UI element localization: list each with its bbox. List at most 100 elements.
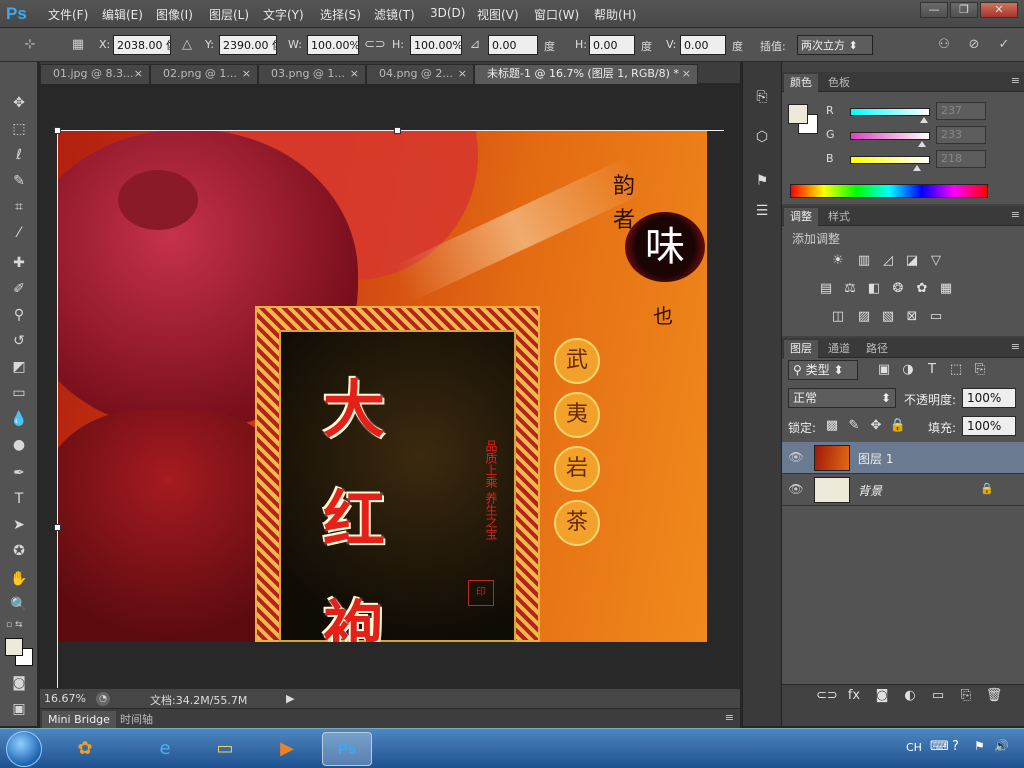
menu-filter[interactable]: 滤镜(T) bbox=[374, 6, 415, 23]
width-field[interactable]: 100.00% bbox=[307, 35, 359, 55]
posterize-icon[interactable]: ▨ bbox=[854, 308, 874, 326]
photo-filter-icon[interactable]: ❂ bbox=[888, 280, 908, 298]
foreground-color-swatch[interactable] bbox=[788, 104, 808, 124]
filter-adjust-icon[interactable]: ◑ bbox=[898, 361, 918, 379]
panel-menu-icon[interactable]: ≡ bbox=[1011, 74, 1020, 87]
adjustment-layer-icon[interactable]: ◐ bbox=[900, 687, 920, 705]
document-canvas[interactable]: 大 红 袍 品质上乘 养生之宝 印 武 夷 岩 茶 韵 者 味 也 bbox=[58, 130, 707, 642]
photoshop-taskbar-button[interactable]: Ps bbox=[322, 732, 372, 766]
type-tool-icon[interactable]: T bbox=[8, 488, 30, 510]
foreground-swatch[interactable] bbox=[5, 638, 23, 656]
menu-window[interactable]: 窗口(W) bbox=[534, 6, 579, 23]
threshold-icon[interactable]: ▧ bbox=[878, 308, 898, 326]
layer-row-background[interactable]: 👁 背景 🔒 bbox=[782, 474, 1024, 506]
menu-type[interactable]: 文字(Y) bbox=[263, 6, 304, 23]
warp-icon[interactable]: ⚇ bbox=[934, 35, 954, 55]
levels-icon[interactable]: ▥ bbox=[854, 252, 874, 270]
menu-edit[interactable]: 编辑(E) bbox=[102, 6, 143, 23]
lock-pixels-icon[interactable]: ✎ bbox=[844, 417, 864, 435]
quick-select-tool-icon[interactable]: ✎ bbox=[8, 170, 30, 192]
panel-menu-icon[interactable]: ≡ bbox=[1011, 340, 1020, 353]
blur-tool-icon[interactable]: 💧 bbox=[8, 408, 30, 430]
tab-04-png[interactable]: 04.png @ 2... × bbox=[366, 64, 474, 84]
brightness-icon[interactable]: ☀ bbox=[828, 252, 848, 270]
keyboard-icon[interactable]: ⌨ bbox=[930, 739, 949, 754]
tab-close-icon[interactable]: × bbox=[242, 65, 251, 83]
tab-adjustments[interactable]: 调整 bbox=[784, 208, 818, 226]
color-spectrum-bar[interactable] bbox=[790, 184, 988, 198]
layer-row-1[interactable]: 👁 图层 1 bbox=[782, 442, 1024, 474]
y-field[interactable]: 2390.00 像 bbox=[219, 35, 277, 55]
file-explorer-icon[interactable]: ▭ bbox=[200, 732, 250, 766]
new-layer-icon[interactable]: ⎘ bbox=[956, 687, 976, 705]
fill-field[interactable]: 100% bbox=[962, 416, 1016, 436]
close-window-button[interactable]: ✕ bbox=[980, 2, 1018, 18]
crop-tool-icon[interactable]: ⌗ bbox=[8, 196, 30, 218]
vskew-field[interactable]: 0.00 bbox=[680, 35, 726, 55]
new-group-icon[interactable]: ▭ bbox=[928, 687, 948, 705]
path-select-tool-icon[interactable]: ➤ bbox=[8, 514, 30, 536]
start-button[interactable] bbox=[6, 731, 42, 767]
internet-explorer-icon[interactable]: e bbox=[140, 732, 190, 766]
layer-filter-select[interactable]: ⚲ 类型 ⬍ bbox=[788, 360, 858, 380]
restore-button[interactable]: ❐ bbox=[950, 2, 978, 18]
slider-thumb[interactable] bbox=[919, 117, 928, 123]
blue-value[interactable]: 218 bbox=[936, 150, 986, 168]
tab-03-png[interactable]: 03.png @ 1... × bbox=[258, 64, 366, 84]
hskew-field[interactable]: 0.00 bbox=[589, 35, 635, 55]
visibility-eye-icon[interactable]: 👁 bbox=[788, 482, 804, 498]
black-white-icon[interactable]: ◧ bbox=[864, 280, 884, 298]
tab-mini-bridge[interactable]: Mini Bridge bbox=[42, 711, 116, 728]
exposure-icon[interactable]: ◪ bbox=[902, 252, 922, 270]
menu-file[interactable]: 文件(F) bbox=[48, 6, 88, 23]
minimize-button[interactable]: — bbox=[920, 2, 948, 18]
pen-tool-icon[interactable]: ✒ bbox=[8, 462, 30, 484]
tab-close-icon[interactable]: × bbox=[682, 65, 691, 83]
tab-paths[interactable]: 路径 bbox=[860, 340, 894, 358]
delete-layer-icon[interactable]: 🗑 bbox=[984, 687, 1004, 705]
dodge-tool-icon[interactable]: ● bbox=[8, 434, 30, 456]
tab-channels[interactable]: 通道 bbox=[822, 340, 856, 358]
transform-tool-icon[interactable]: ⊹ bbox=[20, 35, 40, 55]
healing-tool-icon[interactable]: ✚ bbox=[8, 252, 30, 274]
network-icon[interactable]: ⚑ bbox=[974, 739, 985, 753]
x-field[interactable]: 2038.00 像 bbox=[113, 35, 171, 55]
windows-media-center-icon[interactable]: ✿ bbox=[60, 732, 110, 766]
transform-handle[interactable] bbox=[394, 127, 401, 134]
tab-close-icon[interactable]: × bbox=[350, 65, 359, 83]
filter-shape-icon[interactable]: ⬚ bbox=[946, 361, 966, 379]
menu-select[interactable]: 选择(S) bbox=[320, 6, 361, 23]
panel-menu-icon[interactable]: ≡ bbox=[1011, 208, 1020, 221]
visibility-eye-icon[interactable]: 👁 bbox=[788, 450, 804, 466]
cancel-transform-icon[interactable]: ⊘ bbox=[964, 35, 984, 55]
tab-timeline[interactable]: 时间轴 bbox=[114, 711, 159, 728]
hue-saturation-icon[interactable]: ▤ bbox=[816, 280, 836, 298]
zoom-tool-icon[interactable]: 🔍 bbox=[8, 594, 30, 616]
tab-02-png[interactable]: 02.png @ 1... × bbox=[150, 64, 258, 84]
filter-type-icon[interactable]: T bbox=[922, 361, 942, 379]
red-slider[interactable] bbox=[850, 108, 930, 123]
color-balance-icon[interactable]: ⚖ bbox=[840, 280, 860, 298]
layer-name[interactable]: 背景 bbox=[858, 482, 882, 499]
red-value[interactable]: 237 bbox=[936, 102, 986, 120]
filter-smart-icon[interactable]: ⎘ bbox=[970, 361, 990, 379]
properties-panel-icon[interactable]: ☰ bbox=[751, 200, 773, 222]
invert-icon[interactable]: ◫ bbox=[828, 308, 848, 326]
zoom-level[interactable]: 16.67% bbox=[44, 692, 86, 705]
lock-transparent-icon[interactable]: ▩ bbox=[822, 417, 842, 435]
status-info-icon[interactable]: ◔ bbox=[96, 692, 110, 706]
lock-position-icon[interactable]: ✥ bbox=[866, 417, 886, 435]
color-lookup-icon[interactable]: ▦ bbox=[936, 280, 956, 298]
eyedropper-tool-icon[interactable]: ⁄ bbox=[8, 222, 30, 244]
green-value[interactable]: 233 bbox=[936, 126, 986, 144]
history-panel-icon[interactable]: ⎘ bbox=[751, 86, 773, 108]
lock-all-icon[interactable]: 🔒 bbox=[888, 417, 908, 435]
tab-close-icon[interactable]: × bbox=[458, 65, 467, 83]
history-brush-icon[interactable]: ↺ bbox=[8, 330, 30, 352]
transform-handle[interactable] bbox=[54, 524, 61, 531]
channel-mixer-icon[interactable]: ✿ bbox=[912, 280, 932, 298]
lasso-tool-icon[interactable]: ℓ bbox=[8, 144, 30, 166]
3d-panel-icon[interactable]: ⬡ bbox=[751, 126, 773, 148]
tab-swatches[interactable]: 色板 bbox=[822, 74, 856, 92]
tab-01-jpg[interactable]: 01.jpg @ 8.3... × bbox=[40, 64, 150, 84]
